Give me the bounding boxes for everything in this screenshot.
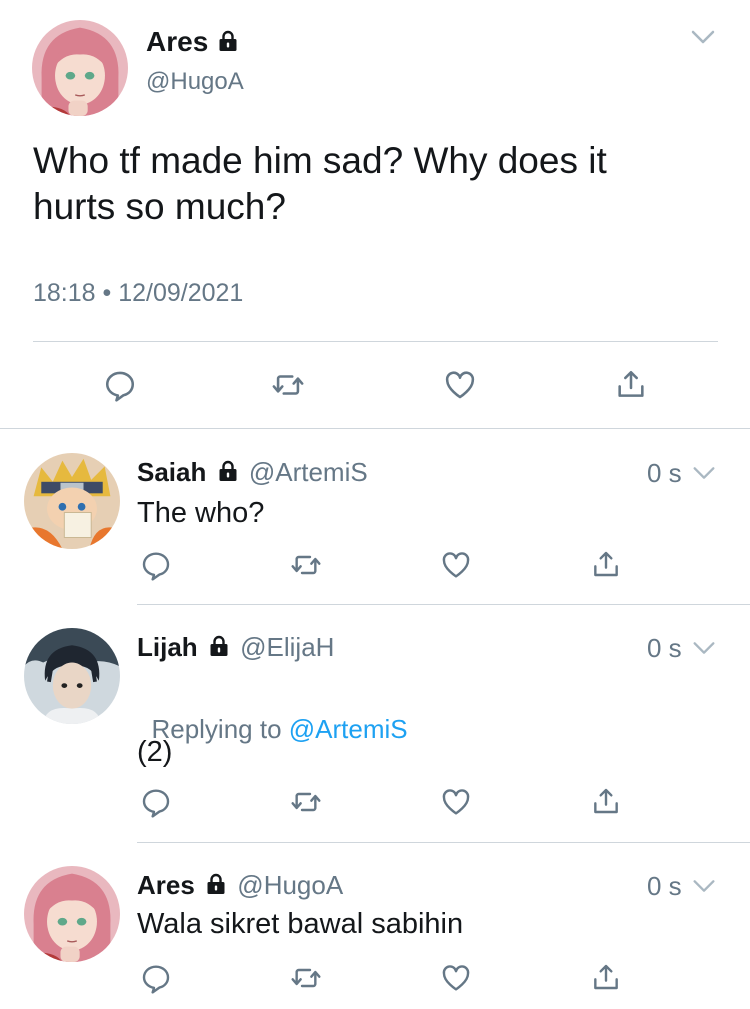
display-name-text: Ares (146, 26, 209, 57)
share-icon[interactable] (614, 368, 648, 402)
retweet-icon[interactable] (290, 549, 322, 581)
avatar[interactable] (24, 453, 120, 549)
author-handle[interactable]: @ElijaH (240, 632, 334, 662)
reply-time[interactable]: 0 s (647, 458, 682, 488)
reply-icon[interactable] (103, 368, 137, 402)
like-icon[interactable] (440, 962, 472, 994)
replying-to-line: Replying to @ArtemiS (137, 681, 408, 745)
avatar[interactable] (24, 628, 120, 724)
lock-icon (218, 30, 238, 52)
reply-time[interactable]: 0 s (647, 871, 682, 901)
reply-header: Ares @HugoA (137, 869, 343, 901)
like-icon[interactable] (440, 549, 472, 581)
tweet-text: Who tf made him sad? Why does it hurts s… (33, 138, 607, 230)
lock-icon (218, 460, 238, 482)
reply-icon[interactable] (140, 786, 172, 818)
replying-to-link[interactable]: @ArtemiS (289, 714, 408, 744)
divider (137, 842, 750, 843)
author-handle[interactable]: @HugoA (146, 68, 244, 96)
tweet-text-line: Who tf made him sad? Why does it (33, 140, 607, 181)
divider (137, 604, 750, 605)
retweet-icon[interactable] (271, 368, 305, 402)
like-icon[interactable] (443, 368, 477, 402)
chevron-down-icon[interactable] (690, 634, 718, 662)
reply-text: Wala sikret bawal sabihin (137, 908, 464, 940)
reply-header: Lijah @ElijaH (137, 631, 334, 663)
display-name-text[interactable]: Saiah (137, 457, 206, 487)
divider (0, 428, 750, 429)
retweet-icon[interactable] (290, 786, 322, 818)
chevron-down-icon[interactable] (690, 459, 718, 487)
reply-time[interactable]: 0 s (647, 633, 682, 663)
chevron-down-icon[interactable] (690, 872, 718, 900)
chevron-down-icon[interactable] (688, 22, 718, 52)
divider (33, 341, 718, 342)
reply-text: The who? (137, 497, 265, 529)
tweet-timestamp[interactable]: 18:18 • 12/09/2021 (33, 278, 243, 308)
share-icon[interactable] (590, 962, 622, 994)
reply-text: (2) (137, 736, 173, 768)
lock-icon (209, 635, 229, 657)
share-icon[interactable] (590, 549, 622, 581)
retweet-icon[interactable] (290, 962, 322, 994)
author-handle[interactable]: @HugoA (237, 870, 343, 900)
reply-icon[interactable] (140, 549, 172, 581)
author-display-name[interactable]: Ares (146, 26, 238, 58)
display-name-text[interactable]: Ares (137, 870, 195, 900)
display-name-text[interactable]: Lijah (137, 632, 198, 662)
avatar[interactable] (32, 20, 128, 116)
reply-icon[interactable] (140, 962, 172, 994)
author-handle[interactable]: @ArtemiS (249, 457, 368, 487)
lock-icon (206, 873, 226, 895)
avatar[interactable] (24, 866, 120, 962)
tweet-text-line: hurts so much? (33, 186, 286, 227)
like-icon[interactable] (440, 786, 472, 818)
reply-header: Saiah @ArtemiS (137, 456, 368, 488)
share-icon[interactable] (590, 786, 622, 818)
